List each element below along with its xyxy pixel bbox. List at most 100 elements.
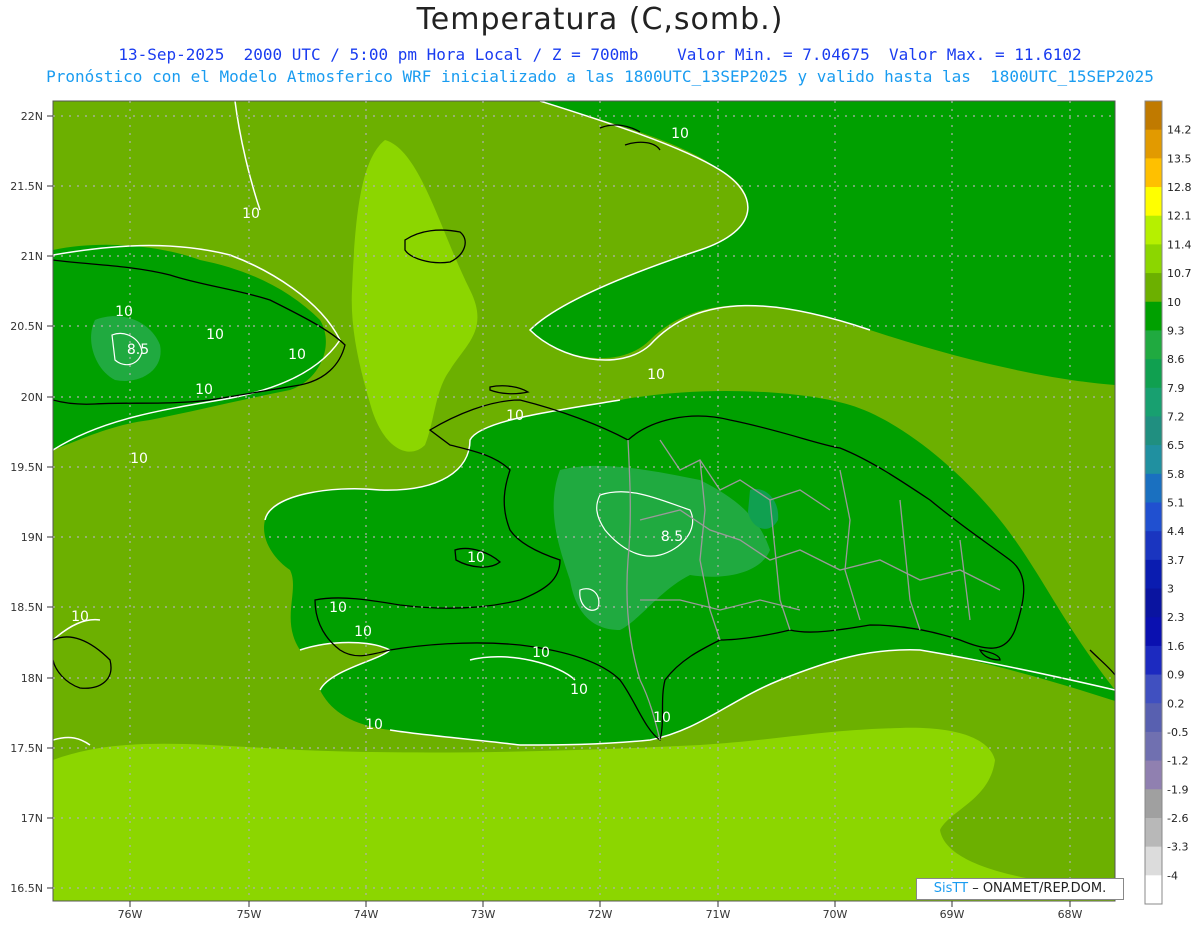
contour-label: 10 [206,327,224,343]
colorbar-swatch [1145,703,1162,733]
colorbar-swatch [1145,502,1162,532]
contour-label: 10 [329,600,347,616]
colorbar-label: 10 [1167,296,1181,309]
colorbar-swatch [1145,187,1162,217]
lon-label: 74W [354,908,379,921]
contour-label: 10 [467,550,485,566]
colorbar-swatch [1145,301,1162,331]
contour-label: 10 [570,682,588,698]
map-figure: 22N 21.5N 21N 20.5N 20N 19.5N 19N 18.5N 18N 17.5N… [10,100,1192,921]
lat-label: 20N [21,391,43,404]
lat-label: 21N [21,250,43,263]
temperature-field [53,101,1115,901]
colorbar-swatch [1145,731,1162,762]
colorbar: 14.2 13.5 12.8 12.1 11.4 10.7 10 9.3 8.6 7.9 7.2 6.… [1144,100,1192,905]
colorbar-label: 3.7 [1167,554,1185,567]
colorbar-label: -0.5 [1167,726,1188,739]
lat-label: 19N [21,531,43,544]
colorbar-label: 4.4 [1167,525,1185,538]
colorbar-label: 0.2 [1167,697,1185,710]
colorbar-label: 7.2 [1167,410,1185,423]
colorbar-label: 2.3 [1167,611,1185,624]
contour-label: 8.5 [661,529,683,545]
lat-label: 16.5N [10,882,43,895]
colorbar-label: 11.4 [1167,238,1192,251]
colorbar-swatch [1145,789,1162,819]
colorbar-label: 7.9 [1167,382,1185,395]
lon-label: 75W [237,908,262,921]
longitude-labels: 76W 75W 74W 73W 72W 71W 70W 69W 68W [118,908,1083,921]
contour-label: 10 [130,451,148,467]
colorbar-label: -2.6 [1167,812,1188,825]
colorbar-swatch [1145,875,1162,905]
lon-label: 69W [940,908,965,921]
colorbar-label: -1.9 [1167,783,1188,796]
colorbar-swatch [1145,473,1162,503]
colorbar-swatch [1145,244,1162,274]
lat-label: 17.5N [10,742,43,755]
colorbar-swatch [1145,588,1162,618]
contour-label: 10 [195,382,213,398]
colorbar-label: 13.5 [1167,152,1192,165]
colorbar-swatch [1145,387,1162,417]
contour-label: 10 [671,126,689,142]
colorbar-swatch [1145,445,1162,475]
colorbar-swatch [1145,617,1162,647]
lon-label: 73W [471,908,496,921]
colorbar-swatch [1145,359,1162,389]
colorbar-swatch [1145,531,1162,561]
colorbar-label: -3.3 [1167,841,1188,854]
colorbar-swatch [1145,674,1162,704]
contour-label: 8.5 [127,342,149,358]
colorbar-label: 10.7 [1167,267,1192,280]
lat-label: 21.5N [10,180,43,193]
latitude-labels: 22N 21.5N 21N 20.5N 20N 19.5N 19N 18.5N 18N 17.5N… [10,110,43,895]
colorbar-swatch [1145,416,1162,446]
lon-label: 72W [588,908,613,921]
colorbar-label: 5.1 [1167,497,1185,510]
colorbar-swatch [1145,760,1162,790]
colorbar-swatch [1145,129,1162,159]
contour-label: 10 [242,206,260,222]
colorbar-swatch [1145,817,1162,848]
colorbar-swatch [1145,101,1162,131]
colorbar-label: 14.2 [1167,124,1192,137]
lat-label: 17N [21,812,43,825]
lon-label: 70W [823,908,848,921]
colorbar-swatch [1145,559,1162,590]
lon-label: 71W [706,908,731,921]
colorbar-label: 12.8 [1167,181,1192,194]
colorbar-label: 9.3 [1167,324,1185,337]
contour-label: 10 [506,408,524,424]
colorbar-label: 12.1 [1167,210,1192,223]
lat-label: 18N [21,672,43,685]
colorbar-swatch [1145,273,1162,303]
contour-label: 10 [354,624,372,640]
colorbar-label: 1.6 [1167,640,1185,653]
colorbar-label: 0.9 [1167,669,1185,682]
colorbar-swatch [1145,158,1162,188]
contour-label: 10 [71,609,89,625]
credit-brand: SisTT [933,881,969,896]
lat-label: 22N [21,110,43,123]
lat-label: 18.5N [10,601,43,614]
contour-label: 10 [115,304,133,320]
contour-label: 10 [288,347,306,363]
colorbar-swatch [1145,215,1162,245]
colorbar-label: 3 [1167,583,1174,596]
colorbar-label: 8.6 [1167,353,1185,366]
lon-label: 76W [118,908,143,921]
contour-label: 10 [532,645,550,661]
contour-label: 10 [365,717,383,733]
lat-label: 19.5N [10,461,43,474]
colorbar-swatch [1145,330,1162,360]
credit-box: SisTT – ONAMET/REP.DOM. [916,878,1124,900]
lat-label: 20.5N [10,320,43,333]
colorbar-label: -4 [1167,869,1178,882]
colorbar-swatch [1145,645,1162,676]
credit-text: – ONAMET/REP.DOM. [968,881,1107,896]
lon-label: 68W [1058,908,1083,921]
colorbar-label: 5.8 [1167,468,1185,481]
colorbar-swatch [1145,846,1162,876]
contour-label: 10 [653,710,671,726]
